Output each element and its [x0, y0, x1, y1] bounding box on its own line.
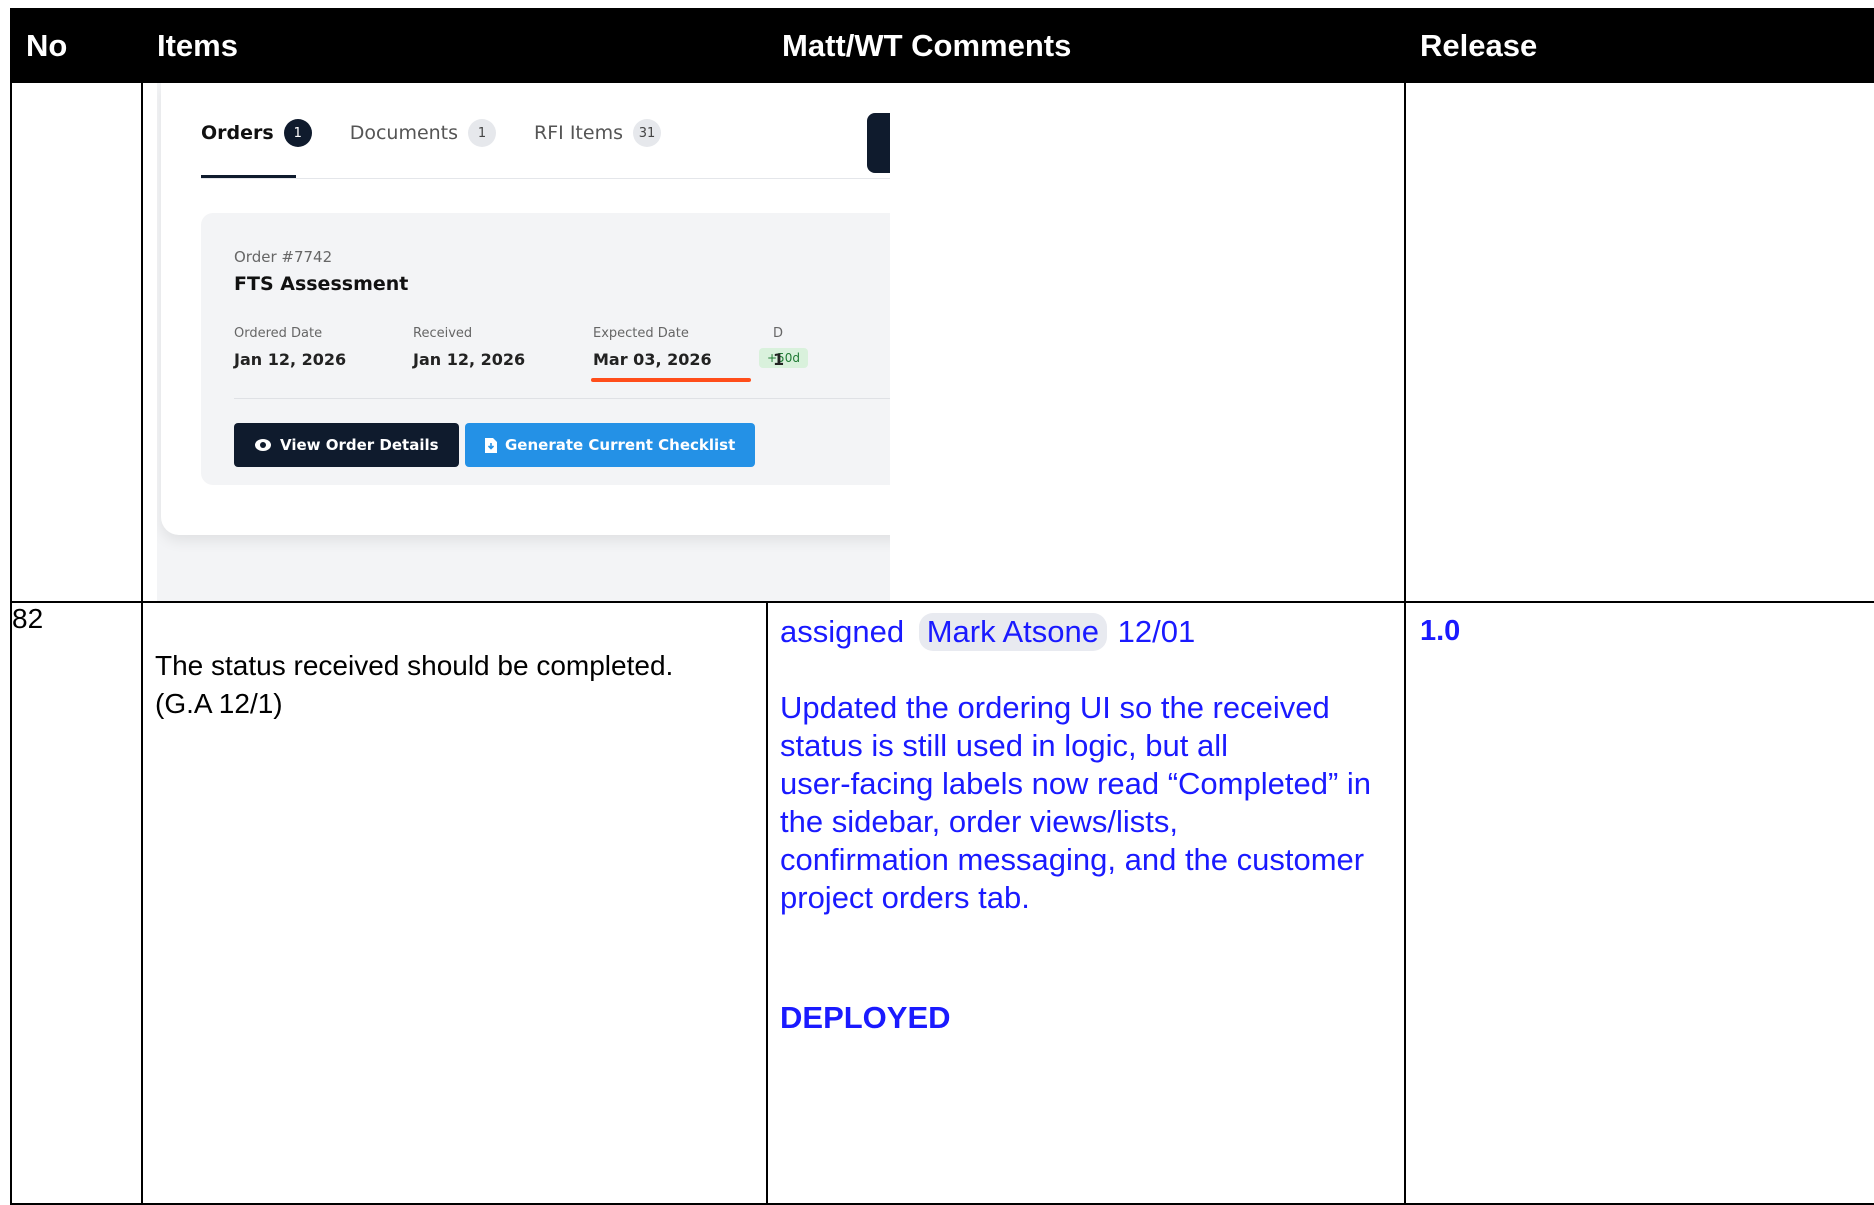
eye-icon — [255, 439, 271, 451]
tab-rfi-items-count: 31 — [632, 119, 661, 147]
table-row: 82 The status received should be complet… — [10, 601, 1874, 1205]
header-comments: Matt/WT Comments — [766, 8, 1406, 83]
view-order-details-button[interactable]: View Order Details — [234, 423, 459, 467]
tab-documents-label: Documents — [349, 122, 459, 144]
items-cell: Orders 1 Documents 1 RFI Items 31 Order … — [141, 81, 890, 603]
tab-bar: Orders 1 Documents 1 RFI Items 31 — [201, 119, 661, 147]
header-release: Release — [1404, 8, 1874, 83]
file-download-icon — [485, 437, 497, 453]
comments-cell: assigned Mark Atsone 12/01 Updated the o… — [766, 601, 1406, 1205]
release-cell: 1.0 — [1404, 601, 1874, 1205]
order-panel: Order #7742 FTS Assessment Ordered Date … — [201, 213, 890, 485]
status-deployed: DEPLOYED — [780, 1000, 951, 1035]
table-header-row: No Items Matt/WT Comments Release — [10, 8, 1874, 83]
comment-line: confirmation messaging, and the customer… — [780, 842, 1365, 915]
table-row: Orders 1 Documents 1 RFI Items 31 Order … — [10, 81, 1874, 603]
generate-checklist-button[interactable]: Generate Current Checklist — [465, 423, 756, 467]
assigned-date: 12/01 — [1117, 614, 1196, 649]
tab-rfi-items-label: RFI Items — [534, 122, 623, 144]
view-order-details-label: View Order Details — [280, 436, 439, 454]
tab-orders-count: 1 — [283, 119, 312, 147]
tab-orders[interactable]: Orders 1 — [201, 119, 312, 147]
review-table: No Items Matt/WT Comments Release Orders… — [10, 8, 1874, 1205]
assignment-line: assigned Mark Atsone 12/01 — [780, 613, 1388, 651]
tab-rfi-items[interactable]: RFI Items 31 — [534, 119, 661, 147]
item-description: The status received should be completed.… — [155, 650, 674, 719]
generate-checklist-label: Generate Current Checklist — [505, 436, 736, 454]
order-number: Order #7742 — [234, 248, 333, 266]
comment-line: Updated the ordering UI so the received … — [780, 690, 1330, 763]
assignee-chip[interactable]: Mark Atsone — [918, 613, 1108, 651]
release-version: 1.0 — [1420, 615, 1461, 647]
embedded-screenshot: Orders 1 Documents 1 RFI Items 31 Order … — [157, 83, 890, 601]
orders-card: Orders 1 Documents 1 RFI Items 31 Order … — [161, 83, 890, 535]
ordered-date-label: Ordered Date — [234, 326, 323, 341]
tab-orders-label: Orders — [201, 122, 274, 144]
comment-line: user-facing labels now read “Completed” … — [780, 766, 1372, 839]
ordered-date-value: Jan 12, 2026 — [234, 350, 347, 369]
highlight-underline — [591, 378, 751, 382]
tab-documents-count: 1 — [468, 119, 497, 147]
release-cell — [1404, 81, 1874, 603]
received-label: Received — [413, 326, 473, 341]
action-button-edge — [867, 113, 890, 173]
header-no: No — [10, 8, 143, 83]
order-title: FTS Assessment — [234, 273, 409, 295]
header-items: Items — [141, 8, 768, 83]
truncated-field-label: D — [773, 326, 784, 341]
truncated-field-value: 1 — [773, 350, 785, 369]
comment-block: assigned Mark Atsone 12/01 Updated the o… — [768, 603, 1404, 1037]
row-no-cell — [10, 81, 143, 603]
received-value: Jan 12, 2026 — [413, 350, 526, 369]
expected-date-value: Mar 03, 2026 — [593, 350, 712, 369]
row-number: 82 — [10, 601, 143, 1205]
items-cell: The status received should be completed.… — [141, 601, 768, 1205]
expected-date-label: Expected Date — [593, 326, 689, 341]
tab-divider — [201, 178, 890, 179]
panel-divider — [234, 398, 890, 399]
tab-documents[interactable]: Documents 1 — [349, 119, 497, 147]
assigned-prefix: assigned — [780, 614, 905, 649]
